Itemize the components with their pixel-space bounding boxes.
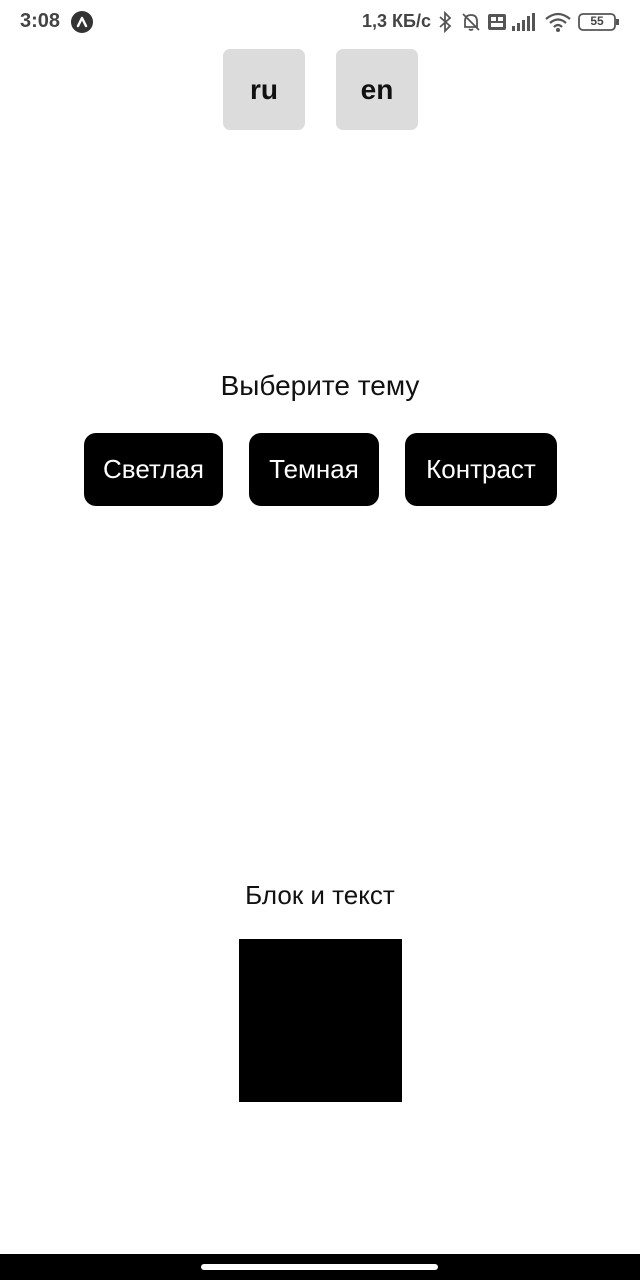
home-gesture-handle[interactable] [201,1264,438,1270]
network-speed: 1,3 КБ/с [362,11,431,31]
app-icon [71,11,93,33]
lang-ru-button[interactable]: ru [223,49,305,130]
signal-icon [511,11,535,33]
theme-title: Выберите тему [220,370,420,401]
demo-block-title: Блок и текст [245,880,395,910]
status-time: 3:08 [20,10,61,32]
status-bar: 3:08 1,3 КБ/с 55 [0,0,640,46]
lang-en-button[interactable]: en [336,49,418,130]
theme-dark-button[interactable]: Темная [249,433,379,506]
mute-bell-icon [460,11,482,33]
bluetooth-icon [438,11,452,33]
battery-icon: 55 [578,11,620,33]
demo-block [239,939,402,1102]
app-screen: 3:08 1,3 КБ/с 55 ru en Выберите тему Све… [0,0,640,1280]
wifi-icon [544,11,572,33]
battery-level: 55 [590,14,604,28]
theme-light-button[interactable]: Светлая [84,433,223,506]
theme-contrast-button[interactable]: Контраст [405,433,557,506]
navigation-bar [0,1254,640,1280]
volte-icon [487,11,507,33]
